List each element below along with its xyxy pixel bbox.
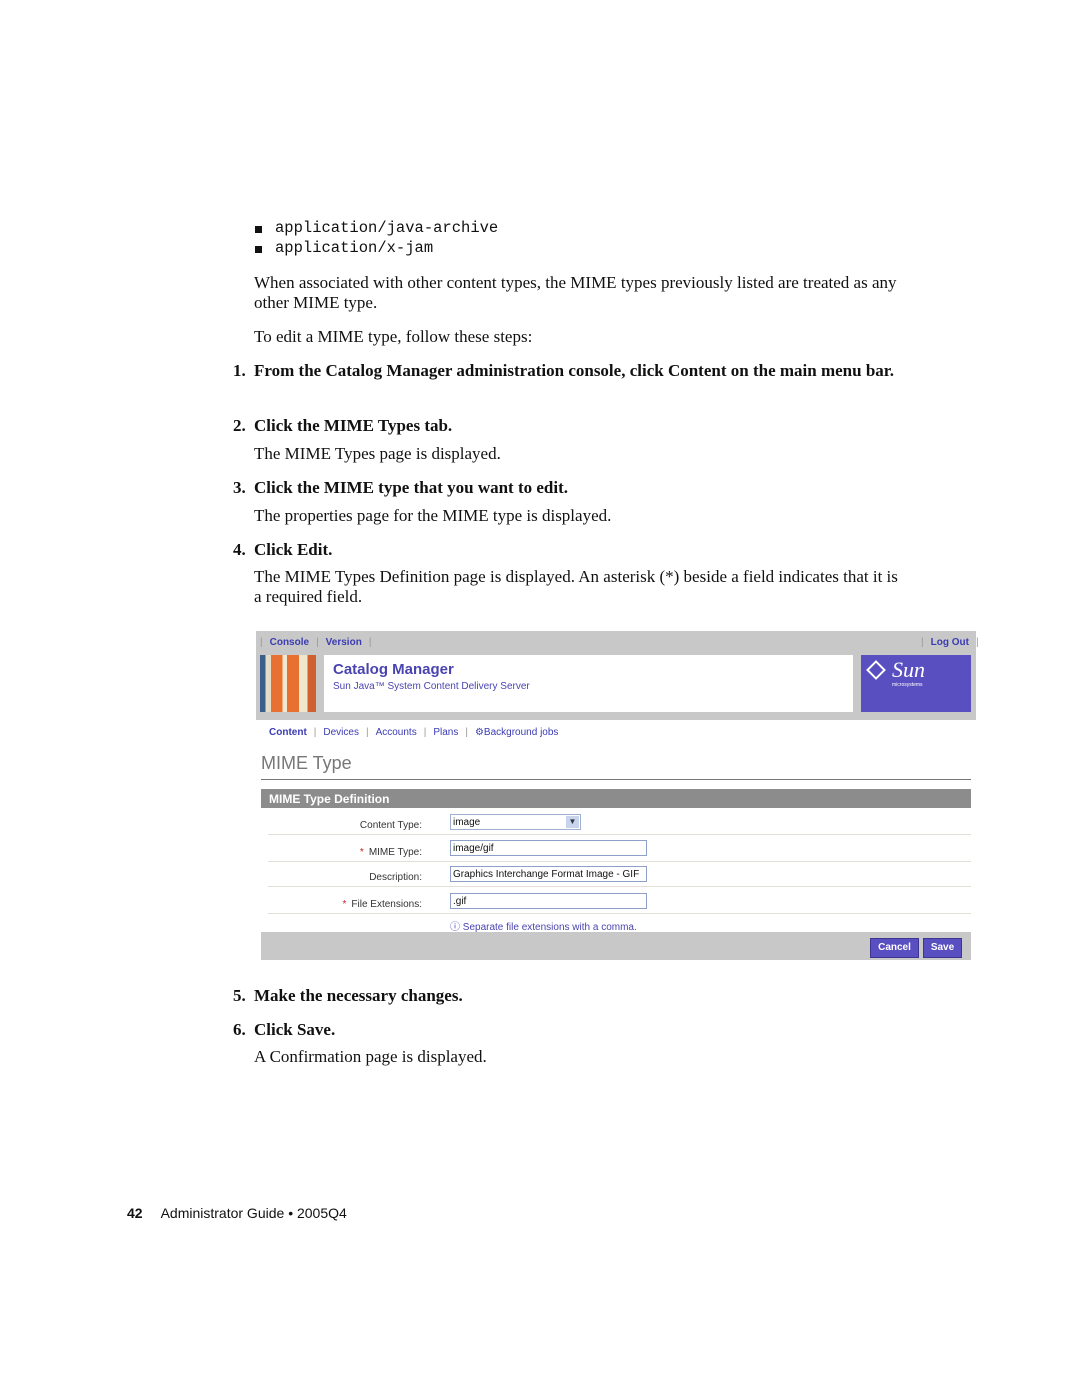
button-bar xyxy=(261,932,971,960)
step-number: 4. xyxy=(233,540,246,559)
file-extensions-input[interactable]: .gif xyxy=(450,893,647,909)
sun-logo-icon xyxy=(866,660,886,680)
section-title: MIME Type Definition xyxy=(269,792,390,806)
step-text: From the Catalog Manager administration … xyxy=(254,361,895,380)
file-ext-label-row: * File Extensions: xyxy=(268,899,423,911)
step-text: Click the MIME Types tab. xyxy=(254,416,453,435)
row-divider xyxy=(268,913,971,914)
nav-content[interactable]: Content xyxy=(269,727,307,738)
books-image xyxy=(260,655,316,712)
footer-bullet: • xyxy=(288,1205,294,1221)
mime-type-label: MIME Type: xyxy=(368,847,422,858)
logout-link[interactable]: Log Out xyxy=(931,637,969,648)
step-1: 1. From the Catalog Manager administratio… xyxy=(233,361,913,381)
step-2: 2. Click the MIME Types tab. xyxy=(233,416,913,436)
step-text: Click Save. xyxy=(254,1020,336,1039)
step-number: 2. xyxy=(233,416,246,435)
save-button[interactable]: Save xyxy=(923,938,962,958)
description-input[interactable]: Graphics Interchange Format Image - GIF xyxy=(450,866,647,882)
app-subtitle: Sun Java™ System Content Delivery Server xyxy=(333,681,530,692)
bullet-item: application/java-archive xyxy=(275,219,499,237)
content-type-select[interactable]: image ▼ xyxy=(450,814,581,830)
content-type-label: Content Type: xyxy=(359,820,422,831)
page-number: 42 xyxy=(127,1205,143,1221)
nav-accounts[interactable]: Accounts xyxy=(376,727,417,738)
paragraph: When associated with other content types… xyxy=(254,273,897,312)
step-result: A Confirmation page is displayed. xyxy=(254,1047,487,1066)
step-5: 5. Make the necessary changes. xyxy=(233,986,913,1006)
required-marker: * xyxy=(342,899,347,910)
step-4: 4. Click Edit. xyxy=(233,540,913,560)
step-result: The MIME Types page is displayed. xyxy=(254,444,501,463)
top-links: | Console | Version | xyxy=(260,637,372,648)
row-divider xyxy=(268,861,971,862)
version-link[interactable]: Version xyxy=(326,637,362,648)
row-divider xyxy=(268,886,971,887)
page-footer: 42 Administrator Guide • 2005Q4 xyxy=(127,1205,347,1221)
footer-title: Administrator Guide xyxy=(160,1205,285,1221)
step-6: 6. Click Save. xyxy=(233,1020,913,1040)
step-number: 5. xyxy=(233,986,246,1005)
row-divider xyxy=(268,834,971,835)
step-3: 3. Click the MIME type that you want to e… xyxy=(233,478,913,498)
logout-area: | Log Out | xyxy=(921,637,979,648)
app-title: Catalog Manager xyxy=(333,661,454,678)
nav-devices[interactable]: Devices xyxy=(323,727,359,738)
content-type-label-row: Content Type: xyxy=(268,820,422,832)
sun-logo: Sun microsystems xyxy=(861,655,971,712)
sun-logo-text: Sun xyxy=(892,657,925,682)
step-number: 3. xyxy=(233,478,246,497)
bullet-item: application/x-jam xyxy=(275,239,434,257)
nav-plans[interactable]: Plans xyxy=(433,727,458,738)
hint: ⓘ Separate file extensions with a comma. xyxy=(450,918,637,933)
sun-logo-sub: microsystems xyxy=(892,682,923,688)
document-page: application/java-archive application/x-j… xyxy=(0,0,1080,1397)
page-title: MIME Type xyxy=(261,753,352,773)
step-text: Make the necessary changes. xyxy=(254,986,463,1005)
gear-icon: ⚙ xyxy=(474,727,484,738)
console-link[interactable]: Console xyxy=(270,637,309,648)
step-result: The properties page for the MIME type is… xyxy=(254,506,612,525)
paragraph: To edit a MIME type, follow these steps: xyxy=(254,327,533,346)
content-type-value: image xyxy=(453,817,481,828)
footer-edition: 2005Q4 xyxy=(296,1205,347,1221)
nav-background-jobs[interactable]: Background jobs xyxy=(484,727,559,738)
mime-type-label-row: * MIME Type: xyxy=(268,847,422,859)
bullet-icon xyxy=(255,226,262,233)
step-number: 6. xyxy=(233,1020,246,1039)
step-text: Click Edit. xyxy=(254,540,333,559)
description-label-row: Description: xyxy=(268,872,422,884)
file-extensions-label: File Extensions: xyxy=(351,899,422,910)
step-number: 1. xyxy=(233,361,246,380)
mime-type-input[interactable]: image/gif xyxy=(450,840,647,856)
divider xyxy=(261,779,971,780)
description-label: Description: xyxy=(369,872,422,883)
bullet-icon xyxy=(255,246,262,253)
step-text: Click the MIME type that you want to edi… xyxy=(254,478,569,497)
section-header: MIME Type Definition xyxy=(261,789,971,808)
chevron-down-icon[interactable]: ▼ xyxy=(566,816,579,828)
main-nav: Content | Devices | Accounts | Plans | ⚙Backgrou… xyxy=(269,727,559,738)
step-result: The MIME Types Definition page is displa… xyxy=(254,567,898,606)
required-marker: * xyxy=(359,847,364,858)
cancel-button[interactable]: Cancel xyxy=(870,938,919,958)
